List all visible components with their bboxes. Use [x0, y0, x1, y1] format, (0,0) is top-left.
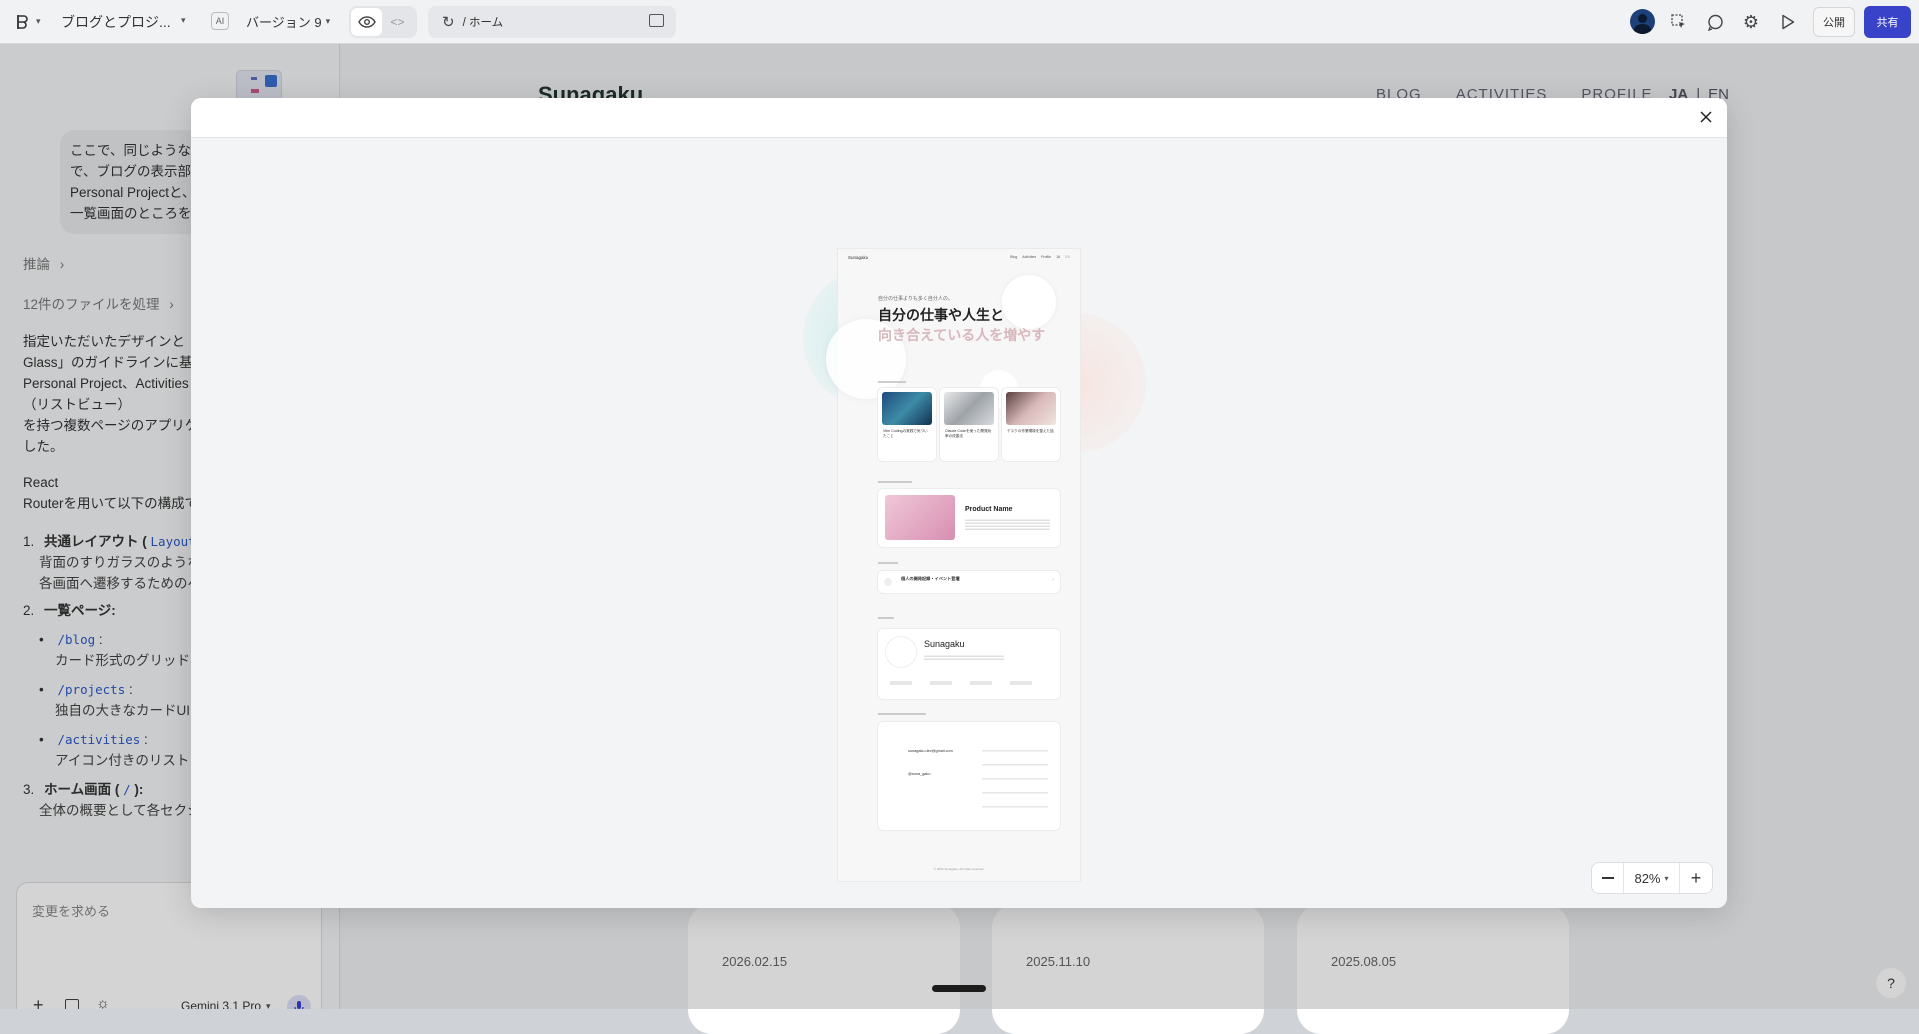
preview-nav-item[interactable]: EN — [1065, 255, 1070, 259]
address-text[interactable]: / ホーム — [463, 14, 504, 30]
project-title-dropdown[interactable]: ブログとプロジ... — [61, 12, 171, 32]
select-cursor-icon — [1671, 14, 1685, 28]
profile-desc-placeholder — [924, 654, 1004, 661]
chevron-down-icon: ▾ — [325, 16, 331, 26]
gear-icon: ⚙ — [1742, 11, 1760, 32]
zoom-level: 82% — [1634, 870, 1661, 886]
blog-card-title: デスクの作業環境を整えた話 — [1007, 429, 1054, 433]
activity-icon — [884, 578, 892, 586]
settings-button[interactable]: ⚙ — [1736, 7, 1766, 37]
blog-card-title: Claude Codeを使った開発効率の改善法 — [945, 429, 992, 438]
project-title: ブログとプロジ... — [61, 13, 171, 30]
glass-bubble — [1002, 275, 1056, 329]
project-card[interactable]: Product Name — [878, 489, 1060, 547]
section-label — [878, 562, 898, 564]
page-preview[interactable]: Sunagaku Blog Activities Profile JA EN 自… — [826, 249, 1080, 881]
activity-title: 個人の開発記録・イベント登壇 — [901, 576, 960, 581]
reload-icon[interactable]: ↻ — [442, 13, 455, 31]
chevron-down-icon[interactable]: ▾ — [181, 15, 186, 26]
share-button[interactable]: 共有 — [1864, 6, 1911, 38]
zoom-controls: 82% ▾ + — [1591, 862, 1713, 894]
hero-subtitle: 向き合えている人を増やす — [878, 327, 1046, 343]
blog-card-title: Vibe Codingの実践で気づいたこと — [883, 429, 928, 438]
chevron-down-icon: ▾ — [1664, 873, 1669, 883]
preview-logo: Sunagaku — [848, 255, 869, 260]
section-label — [878, 713, 926, 715]
profile-name: Sunagaku — [924, 639, 965, 649]
select-element-button[interactable] — [1664, 7, 1694, 37]
zoom-out-button[interactable] — [1592, 863, 1624, 893]
project-desc-placeholder — [965, 518, 1050, 530]
contact-list-placeholder — [982, 740, 1048, 820]
hero-title: 自分の仕事や人生と — [878, 307, 1004, 323]
code-mode-button[interactable]: <> — [382, 8, 413, 36]
section-label — [878, 381, 906, 383]
section-label — [878, 617, 894, 619]
activity-row[interactable]: 個人の開発記録・イベント登壇 › — [878, 571, 1060, 593]
contact-card: sunagaku.dev@gmail.com @sona_gaku — [878, 722, 1060, 830]
zoom-level-dropdown[interactable]: 82% ▾ — [1624, 863, 1680, 893]
section-label — [878, 481, 912, 483]
eye-icon — [357, 16, 376, 28]
blog-card-image — [882, 392, 932, 425]
open-in-new-window-icon[interactable] — [649, 14, 664, 27]
view-toggle-group: <> — [349, 6, 417, 38]
avatar[interactable] — [1630, 9, 1655, 34]
profile-avatar — [886, 637, 916, 667]
close-icon — [1700, 111, 1712, 123]
version-dropdown[interactable]: バージョン 9 ▾ — [246, 12, 330, 31]
app-menu-button[interactable]: ▾ — [16, 14, 41, 30]
contact-handle[interactable]: @sona_gaku — [908, 772, 930, 776]
top-toolbar: ▾ ブログとプロジ... ▾ AI バージョン 9 ▾ <> ↻ / ホーム ⚙… — [0, 0, 1919, 44]
preview-nav-item[interactable]: Blog — [1010, 255, 1017, 259]
preview-nav-item[interactable]: Profile — [1041, 255, 1051, 259]
code-icon: <> — [390, 15, 405, 29]
profile-card: Sunagaku — [878, 629, 1060, 699]
contact-email[interactable]: sunagaku.dev@gmail.com — [908, 749, 953, 753]
blog-card-image — [1006, 392, 1056, 425]
publish-button[interactable]: 公開 — [1813, 7, 1855, 37]
close-button[interactable] — [1695, 106, 1717, 128]
hero-small-text: 自分の仕事よりも多く自分人の。 — [878, 296, 953, 302]
preview-footer: © 2026 Sunagaku. All rights reserved. — [933, 867, 985, 871]
blog-card[interactable]: デスクの作業環境を整えた話 — [1002, 388, 1060, 461]
comment-button[interactable] — [1700, 7, 1730, 37]
plus-icon: + — [1690, 867, 1702, 888]
preview-nav: Blog Activities Profile JA EN — [1010, 255, 1070, 259]
project-image — [885, 495, 955, 540]
blog-card-image — [944, 392, 994, 425]
app-logo-icon — [17, 14, 28, 29]
modal-header — [191, 98, 1727, 138]
blog-card[interactable]: Vibe Codingの実践で気づいたこと — [878, 388, 936, 461]
preview-mode-button[interactable] — [351, 8, 382, 36]
preview-modal: Sunagaku Blog Activities Profile JA EN 自… — [191, 98, 1727, 908]
chevron-right-icon: › — [1052, 577, 1054, 583]
run-button[interactable] — [1773, 7, 1803, 37]
address-bar: ↻ / ホーム — [428, 6, 676, 38]
preview-nav-item[interactable]: JA — [1056, 255, 1060, 259]
comment-icon — [1707, 14, 1723, 31]
profile-links-placeholder — [890, 681, 1050, 685]
play-icon — [1782, 14, 1795, 30]
blog-card[interactable]: Claude Codeを使った開発効率の改善法 — [940, 388, 998, 461]
version-label: バージョン 9 — [246, 15, 322, 30]
chevron-down-icon: ▾ — [36, 16, 41, 26]
zoom-in-button[interactable]: + — [1680, 863, 1712, 893]
minus-icon — [1601, 877, 1614, 879]
ai-badge: AI — [211, 12, 229, 30]
preview-nav-item[interactable]: Activities — [1022, 255, 1036, 259]
project-name: Product Name — [965, 506, 1013, 513]
